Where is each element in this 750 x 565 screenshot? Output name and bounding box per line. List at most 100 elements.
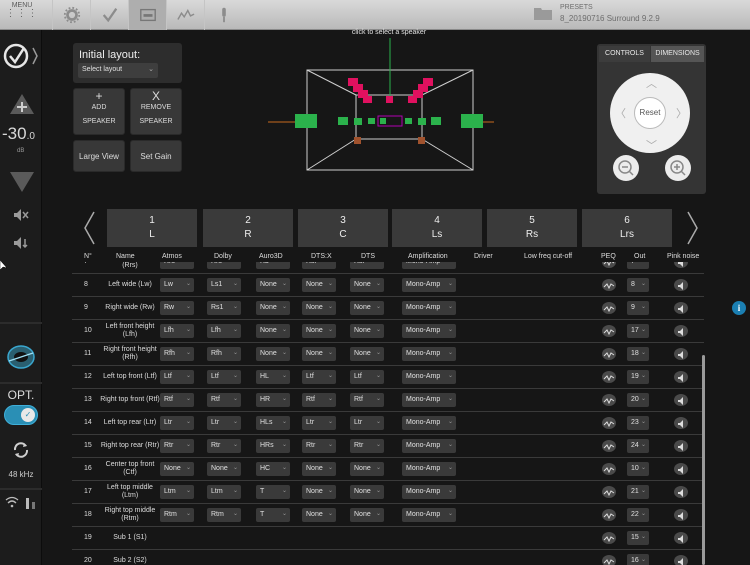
dolby-select[interactable]: Rtf ⌄ xyxy=(207,393,241,407)
atmos-select[interactable]: Rtf ⌄ xyxy=(160,393,194,407)
channel-tab[interactable]: 2R xyxy=(203,209,293,247)
amp-select[interactable]: Mono-Amp ⌄ xyxy=(402,393,456,407)
auro-select[interactable]: T ⌄ xyxy=(256,508,290,522)
pink-noise-speaker-icon[interactable] xyxy=(674,325,688,337)
out-select[interactable]: 21 ⌄ xyxy=(627,485,649,499)
channel-tab[interactable]: 1L xyxy=(107,209,197,247)
dts-select[interactable]: Ltf ⌄ xyxy=(350,370,384,384)
out-select[interactable]: 8 ⌄ xyxy=(627,278,649,292)
auro-select[interactable]: HLs ⌄ xyxy=(256,416,290,430)
peq-icon[interactable] xyxy=(602,555,616,565)
settings-gear-icon[interactable] xyxy=(52,0,90,30)
direction-pad[interactable]: ︿ ﹀ 〈 〉 Reset xyxy=(610,73,690,153)
peq-icon[interactable] xyxy=(602,509,616,521)
pink-noise-speaker-icon[interactable] xyxy=(674,262,688,268)
pink-noise-speaker-icon[interactable] xyxy=(674,371,688,383)
tab-controls[interactable]: CONTROLS xyxy=(599,46,650,62)
auro-select[interactable]: T ⌄ xyxy=(256,485,290,499)
channel-tab[interactable]: 4 Ls xyxy=(392,209,482,247)
auro-select[interactable]: None ⌄ xyxy=(256,301,290,315)
initial-layout-select[interactable]: Select layout ⌄ xyxy=(78,63,158,78)
out-select[interactable]: 20 ⌄ xyxy=(627,393,649,407)
channel-tab[interactable]: 5 Rs xyxy=(487,209,577,247)
out-select[interactable]: 9 ⌄ xyxy=(627,301,649,315)
dts-select[interactable]: None ⌄ xyxy=(350,462,384,476)
dts-select[interactable]: None ⌄ xyxy=(350,508,384,522)
amp-select[interactable]: Mono-Amp ⌄ xyxy=(402,301,456,315)
dolby-select[interactable]: Rfh ⌄ xyxy=(207,347,241,361)
dtsx-select[interactable]: Ltr ⌄ xyxy=(302,416,336,430)
pink-noise-speaker-icon[interactable] xyxy=(674,555,688,565)
auro-select[interactable]: HR ⌄ xyxy=(256,393,290,407)
channel-next-icon[interactable] xyxy=(686,210,700,246)
speaker-room-diagram[interactable] xyxy=(268,38,494,174)
dolby-select[interactable]: Ltm ⌄ xyxy=(207,485,241,499)
dtsx-select[interactable]: None ⌄ xyxy=(302,462,336,476)
dolby-select[interactable]: Rrs ⌄ xyxy=(207,262,241,269)
dts-select[interactable]: Rtf ⌄ xyxy=(350,393,384,407)
input-toggle[interactable]: ✓ xyxy=(4,405,38,425)
pink-noise-speaker-icon[interactable] xyxy=(674,417,688,429)
peq-icon[interactable] xyxy=(602,279,616,291)
dtsx-select[interactable]: None ⌄ xyxy=(302,301,336,315)
pink-noise-speaker-icon[interactable] xyxy=(674,279,688,291)
peq-icon[interactable] xyxy=(602,394,616,406)
amp-select[interactable]: Mono-Amp ⌄ xyxy=(402,462,456,476)
out-select[interactable]: 22 ⌄ xyxy=(627,508,649,522)
amp-select[interactable]: Mono-Amp ⌄ xyxy=(402,485,456,499)
dtsx-select[interactable]: None ⌄ xyxy=(302,278,336,292)
peq-icon[interactable] xyxy=(602,262,616,268)
dolby-select[interactable]: Rs1 ⌄ xyxy=(207,301,241,315)
mute-icon[interactable] xyxy=(13,208,29,222)
large-view-button[interactable]: Large View xyxy=(73,140,125,172)
pink-noise-speaker-icon[interactable] xyxy=(674,532,688,544)
peq-icon[interactable] xyxy=(602,486,616,498)
peq-icon[interactable] xyxy=(602,302,616,314)
pink-noise-speaker-icon[interactable] xyxy=(674,463,688,475)
zoom-out-icon[interactable] xyxy=(613,155,639,181)
input-source-knob-icon[interactable] xyxy=(5,343,37,371)
out-select[interactable]: 23 ⌄ xyxy=(627,416,649,430)
peq-icon[interactable] xyxy=(602,325,616,337)
amp-select[interactable]: Mono-Amp ⌄ xyxy=(402,262,456,269)
channel-tab[interactable]: 3C xyxy=(298,209,388,247)
peq-icon[interactable] xyxy=(602,417,616,429)
dts-select[interactable]: Rtr ⌄ xyxy=(350,439,384,453)
dts-select[interactable]: None ⌄ xyxy=(350,324,384,338)
volume-down-icon[interactable] xyxy=(8,170,36,194)
peq-icon[interactable] xyxy=(602,463,616,475)
peq-icon[interactable] xyxy=(602,348,616,360)
atmos-select[interactable]: Ltr ⌄ xyxy=(160,416,194,430)
amp-select[interactable]: Mono-Amp ⌄ xyxy=(402,278,456,292)
dolby-select[interactable]: Ls1 ⌄ xyxy=(207,278,241,292)
dolby-select[interactable]: Rtr ⌄ xyxy=(207,439,241,453)
pink-noise-speaker-icon[interactable] xyxy=(674,440,688,452)
auro-select[interactable]: None ⌄ xyxy=(256,324,290,338)
dtsx-select[interactable]: None ⌄ xyxy=(302,485,336,499)
out-select[interactable]: 7⌄ xyxy=(627,262,649,269)
out-select[interactable]: 16 ⌄ xyxy=(627,554,649,565)
amp-select[interactable]: Mono-Amp ⌄ xyxy=(402,439,456,453)
zoom-in-icon[interactable] xyxy=(665,155,691,181)
atmos-select[interactable]: Ltf ⌄ xyxy=(160,370,194,384)
dolby-select[interactable]: Lfh ⌄ xyxy=(207,324,241,338)
dts-select[interactable]: Ltr ⌄ xyxy=(350,416,384,430)
dtsx-select[interactable]: None ⌄ xyxy=(302,508,336,522)
channel-tab[interactable]: 6 Lrs xyxy=(582,209,672,247)
arrow-right-icon[interactable]: 〉 xyxy=(676,105,687,121)
speaker-volume-icon[interactable] xyxy=(13,236,29,250)
table-scrollbar[interactable] xyxy=(702,355,705,565)
peq-icon[interactable] xyxy=(602,371,616,383)
dts-select[interactable]: Rsr ⌄ xyxy=(350,262,384,269)
amp-select[interactable]: Mono-Amp ⌄ xyxy=(402,416,456,430)
dts-select[interactable]: None ⌄ xyxy=(350,485,384,499)
speaker-layout-icon[interactable] xyxy=(128,0,166,30)
atmos-select[interactable]: Rrs ⌄ xyxy=(160,262,194,269)
volume-up-icon[interactable] xyxy=(8,92,36,116)
atmos-select[interactable]: Rfh ⌄ xyxy=(160,347,194,361)
dtsx-select[interactable]: Rsr ⌄ xyxy=(302,262,336,269)
amp-select[interactable]: Mono-Amp ⌄ xyxy=(402,347,456,361)
arrow-left-icon[interactable]: 〈 xyxy=(615,105,626,121)
dtsx-select[interactable]: Rtr ⌄ xyxy=(302,439,336,453)
reset-button[interactable]: Reset xyxy=(634,97,666,129)
